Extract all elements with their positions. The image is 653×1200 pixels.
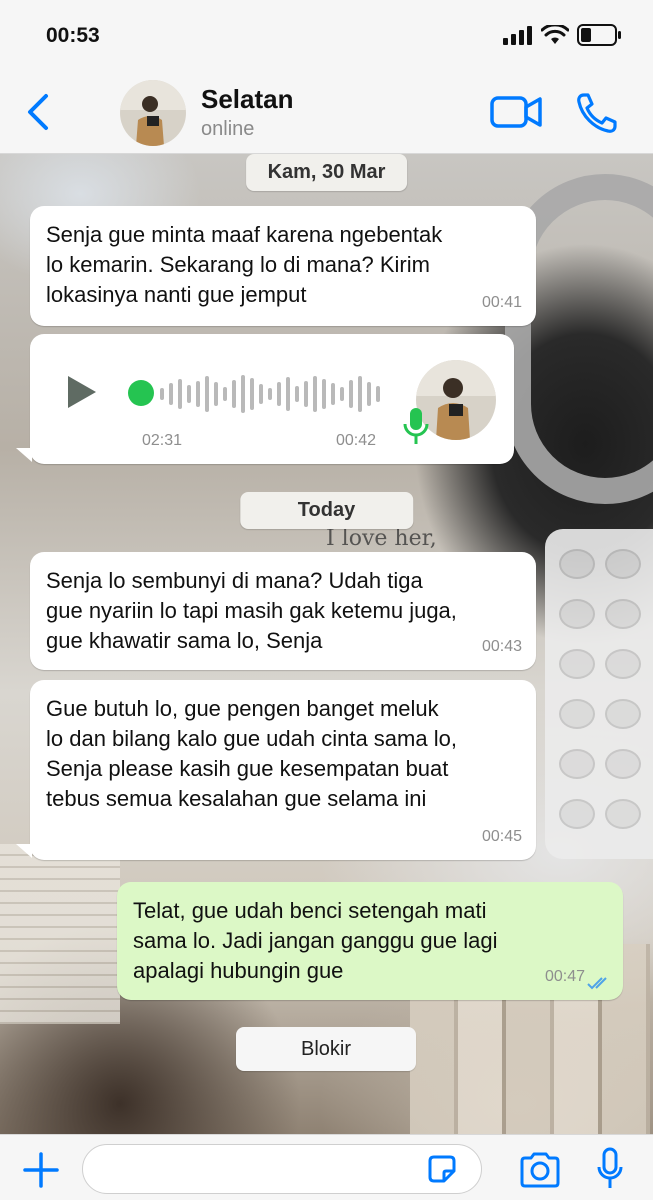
wifi-icon [541, 25, 569, 44]
wallpaper-newsprint [0, 844, 120, 1024]
status-icons [503, 24, 623, 46]
message-text: Telat, gue udah benci setengah mati sama… [133, 898, 498, 983]
message-time: 00:45 [481, 828, 522, 845]
message-input[interactable] [82, 1144, 482, 1194]
message-text: Senja lo sembunyi di mana? Udah tiga gue… [46, 568, 457, 653]
date-separator-today: Today [239, 492, 414, 529]
wallpaper-keyboard [545, 529, 653, 859]
voice-progress-dot[interactable] [128, 380, 154, 406]
message-time: 00:41 [481, 294, 522, 311]
message-bubble-incoming[interactable]: Senja lo sembunyi di mana? Udah tiga gue… [30, 552, 536, 670]
voice-time: 00:42 [336, 432, 377, 449]
chat-header: Selatan online [0, 74, 653, 154]
double-check-icon [587, 977, 607, 990]
chevron-left-icon[interactable] [22, 92, 56, 132]
battery-icon [577, 24, 621, 46]
message-bubble-incoming[interactable]: Senja gue minta maaf karena ngebentak lo… [30, 206, 536, 326]
avatar[interactable] [120, 80, 186, 146]
message-text: Senja gue minta maaf karena ngebentak lo… [46, 222, 443, 307]
wallpaper-text: I love her, [326, 526, 437, 551]
contact-name[interactable]: Selatan [201, 84, 294, 115]
voice-message[interactable]: 02:31 00:42 [30, 334, 514, 464]
status-time: 00:53 [46, 24, 100, 47]
chat-area[interactable]: I love her, Kam, 30 Mar Senja gue minta … [0, 154, 653, 1134]
sticker-icon[interactable] [426, 1153, 458, 1185]
message-time: 00:47 [544, 968, 585, 985]
block-button[interactable]: Blokir [236, 1027, 416, 1071]
voice-duration: 02:31 [142, 432, 183, 449]
input-bar [0, 1134, 653, 1200]
voice-waveform[interactable] [160, 372, 380, 416]
contact-status: online [201, 118, 255, 140]
message-time: 00:43 [481, 638, 522, 655]
bubble-tail [16, 448, 32, 462]
status-bar: 00:53 [0, 0, 653, 74]
message-bubble-incoming[interactable]: Gue butuh lo, gue pengen banget meluk lo… [30, 680, 536, 860]
bubble-tail [16, 844, 32, 858]
message-bubble-outgoing[interactable]: Telat, gue udah benci setengah mati sama… [117, 882, 623, 1000]
video-camera-icon[interactable] [490, 94, 542, 130]
play-icon[interactable] [66, 374, 98, 410]
signal-icon [503, 26, 532, 45]
microphone-icon [403, 408, 429, 444]
plus-icon[interactable] [22, 1151, 60, 1189]
camera-icon[interactable] [518, 1151, 562, 1189]
message-text: Gue butuh lo, gue pengen banget meluk lo… [46, 696, 457, 811]
date-separator: Kam, 30 Mar [245, 154, 408, 191]
microphone-icon[interactable] [596, 1147, 624, 1191]
phone-icon[interactable] [576, 92, 620, 134]
